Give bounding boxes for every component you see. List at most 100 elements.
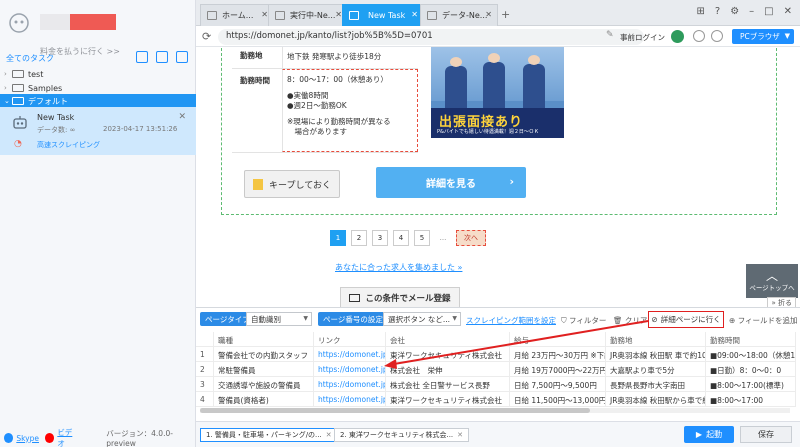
go-to-detail-button[interactable]: ⊘ 詳細ページに行く (648, 311, 724, 328)
data-tab-1[interactable]: 1. 警備員・駐車場・パーキング/の... ✕ (200, 428, 338, 442)
page-top-button[interactable]: ︿ ページトップへ (746, 264, 798, 298)
hours-value[interactable]: 8：00～17：00（休憩あり） ●実働8時間 ●週2日～勤務OK ※現場により… (282, 69, 418, 152)
table-cell[interactable]: ■8:00～17:00 (706, 392, 796, 406)
url-field[interactable]: https://domonet.jp/kanto/list?job%5B%5D=… (218, 29, 644, 45)
help-icon[interactable]: ? (715, 6, 720, 17)
table-cell[interactable]: https://domonet.jp/kanto/aid/... (314, 377, 386, 391)
tab-running[interactable]: 実行中-Ne... ✕ (268, 4, 348, 26)
skype-link[interactable]: Skype (16, 434, 39, 443)
table-cell[interactable]: 警備会社での内勤スタッフ (214, 347, 314, 361)
edit-icon[interactable]: ✎ (606, 30, 614, 40)
recommend-link[interactable]: あなたに合った求人を集めました » (335, 262, 462, 273)
table-cell[interactable]: JR奥羽本線 秋田駅 車で約10分 (606, 347, 706, 361)
table-cell[interactable]: 常駐警備員 (214, 362, 314, 376)
column-header[interactable]: リンク (314, 332, 386, 346)
table-cell[interactable]: 東洋ワークセキュリティ株式会社 (386, 347, 510, 361)
settings-icon[interactable]: ⚙ (730, 6, 739, 17)
table-cell[interactable]: JR奥羽本線 秋田駅から車で約9分 (606, 392, 706, 406)
minimize-icon[interactable]: – (749, 6, 754, 17)
refresh-icon[interactable]: ⟳ (202, 30, 211, 43)
start-button[interactable]: ▶ 起動 (684, 426, 734, 443)
table-cell[interactable]: ■日勤）8：0～0：0 (706, 362, 796, 376)
tab-home[interactable]: ホーム... ✕ (200, 4, 274, 26)
close-icon[interactable]: ✕ (261, 10, 268, 19)
close-icon[interactable]: ✕ (457, 431, 463, 439)
column-header[interactable]: 会社 (386, 332, 510, 346)
table-row[interactable]: 2 常駐警備員 https://domonet.jp/kanto/aid/...… (196, 362, 796, 377)
next-page-button[interactable]: 次へ (456, 230, 486, 246)
page-5[interactable]: 5 (414, 230, 430, 246)
table-cell[interactable]: 警備員(資格者) (214, 392, 314, 406)
keep-button[interactable]: キープしておく (244, 170, 340, 198)
filter-button[interactable]: ⛉ フィルター (561, 315, 606, 326)
table-cell[interactable]: 月給 23万円～30万円 ※下記... (510, 347, 606, 361)
column-header[interactable]: 職種 (214, 332, 314, 346)
add-field-button[interactable]: ⊕ フィールドを追加 (729, 315, 798, 326)
task-list-header: 全てのタスク (0, 50, 196, 66)
page-type-select[interactable]: 自動識別 ▼ (246, 312, 312, 326)
table-cell[interactable]: https://domonet.jp/kanto/aid/... (314, 347, 386, 361)
fast-scraping-link[interactable]: 高速スクレイピング (37, 140, 100, 150)
status-icon[interactable] (671, 30, 684, 43)
browser-mode-select[interactable]: PCブラウザ ▼ (732, 29, 794, 44)
table-cell[interactable]: https://domonet.jp/kanto/aid/... (314, 392, 386, 406)
detail-label: 詳細を見る (426, 179, 476, 190)
menu-icon[interactable] (711, 30, 723, 42)
video-link[interactable]: ビデオ (57, 427, 78, 447)
export-icon[interactable] (136, 51, 148, 63)
folder-default[interactable]: ⌄ デフォルト (0, 94, 196, 108)
table-cell[interactable]: 月給 19万7000円～22万円 (510, 362, 606, 376)
close-icon[interactable]: ✕ (178, 112, 186, 122)
table-cell[interactable]: 日給 7,500円～9,500円 (510, 377, 606, 391)
clear-button[interactable]: 🗑 クリア (613, 315, 647, 326)
page-2[interactable]: 2 (351, 230, 367, 246)
fold-button[interactable]: » 折る (767, 297, 796, 307)
close-icon[interactable]: ✕ (335, 10, 342, 19)
horizontal-scrollbar[interactable] (200, 408, 790, 413)
add-task-icon[interactable] (156, 51, 168, 63)
pre-login-link[interactable]: 事前ログイン (620, 32, 665, 43)
detail-button[interactable]: 詳細を見る › (376, 167, 526, 198)
search-task-icon[interactable] (176, 51, 188, 63)
table-cell[interactable]: 交通誘導や施設の警備員 (214, 377, 314, 391)
table-cell[interactable]: 株式会社 栄伸 (386, 362, 510, 376)
maximize-icon[interactable]: □ (764, 6, 773, 17)
scrape-range-link[interactable]: スクレイピング範囲を設定 (466, 315, 556, 326)
table-cell[interactable]: 日給 11,500円～13,000円 (510, 392, 606, 406)
column-header[interactable]: 給与 (510, 332, 606, 346)
data-tab-2[interactable]: 2. 東洋ワークセキュリティ株式会... ✕ (334, 428, 470, 442)
close-icon[interactable]: ✕ (485, 10, 492, 19)
table-cell[interactable]: 株式会社 全日警サービス長野 (386, 377, 510, 391)
column-header[interactable]: 勤務地 (606, 332, 706, 346)
folder-test[interactable]: › test (0, 67, 196, 81)
table-cell[interactable]: 長野県長野市大字南田 (606, 377, 706, 391)
task-item-new-task[interactable]: New Task データ数: ∞ 2023-04-17 13:51:26 ✕ ◔… (0, 107, 196, 155)
table-cell[interactable]: https://domonet.jp/kanto/aid/... (314, 362, 386, 376)
toggle-icon[interactable] (693, 30, 705, 42)
table-cell[interactable]: ■09:00～18:00（休憩1時間） (706, 347, 796, 361)
table-cell[interactable]: 大嘉駅より車で5分 (606, 362, 706, 376)
table-row[interactable]: 1 警備会社での内勤スタッフ https://domonet.jp/kanto/… (196, 347, 796, 362)
table-cell[interactable]: 東洋ワークセキュリティ株式会社 (386, 392, 510, 406)
job-photo[interactable]: 出張面接あり P&バイトでも嬉しい待遇満載！週２日〜ＯＫ (431, 47, 564, 138)
close-window-icon[interactable]: ✕ (784, 6, 792, 17)
page-number-select[interactable]: 選択ボタン など... ▼ (383, 312, 461, 326)
page-4[interactable]: 4 (393, 230, 409, 246)
mail-register-button[interactable]: この条件でメール登録 (340, 287, 460, 307)
column-header[interactable]: 勤務時間 (706, 332, 796, 346)
table-row[interactable]: 3 交通誘導や施設の警備員 https://domonet.jp/kanto/a… (196, 377, 796, 392)
close-icon[interactable]: ✕ (326, 431, 332, 439)
save-button[interactable]: 保存 (740, 426, 792, 443)
table-cell[interactable]: ■8:00～17:00(標準) (706, 377, 796, 391)
page-3[interactable]: 3 (372, 230, 388, 246)
page-1[interactable]: 1 (330, 230, 346, 246)
table-row[interactable]: 4 警備員(資格者) https://domonet.jp/kanto/aid/… (196, 392, 796, 407)
tab-new-task[interactable]: New Task ✕ (342, 4, 424, 26)
all-tasks-label[interactable]: 全てのタスク (6, 53, 54, 64)
folder-samples[interactable]: › Samples (0, 81, 196, 95)
tab-data[interactable]: データ-Ne... ✕ (420, 4, 498, 26)
close-icon[interactable]: ✕ (411, 10, 418, 19)
gift-icon[interactable]: ⊞ (696, 6, 704, 17)
scrollbar-thumb[interactable] (200, 408, 590, 413)
new-tab-icon[interactable]: + (501, 8, 510, 21)
